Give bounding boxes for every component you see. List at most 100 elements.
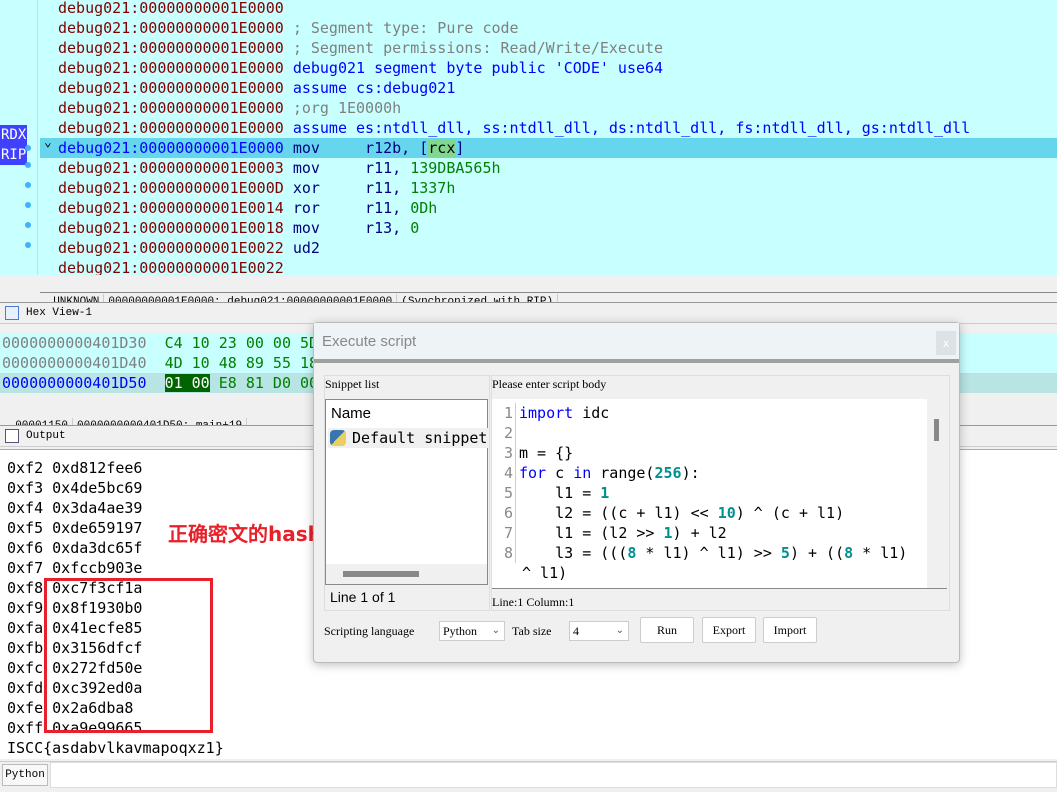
line-address: debug021:00000000001E0000 <box>58 139 284 157</box>
run-button[interactable]: Run <box>640 617 694 643</box>
instruction-text: 1337h <box>410 179 456 197</box>
instruction-text: ror r11, <box>292 199 411 217</box>
line-number: 8 <box>492 543 516 563</box>
code-line: 3m = {} <box>492 443 573 463</box>
line-address: debug021:00000000001E0000 <box>58 99 284 117</box>
output-line: 0xf2 0xd812fee6 <box>7 459 143 477</box>
instruction-text: mov r12b, [ <box>292 139 429 157</box>
cli-language-button[interactable]: Python <box>2 764 48 786</box>
code-token: ) + (( <box>789 544 845 562</box>
snippet-list-label: Snippet list <box>325 377 380 391</box>
line-number: 4 <box>492 463 516 483</box>
breakpoint-dot[interactable] <box>25 242 31 248</box>
tab-size-select[interactable]: 4 ⌄ <box>569 621 629 641</box>
disasm-line[interactable]: debug021:00000000001E0003 mov r11, 139DB… <box>40 158 1057 178</box>
code-token: ) + l2 <box>672 524 727 542</box>
output-line: 0xf6 0xda3dc65f <box>7 539 143 557</box>
code-token: import <box>519 404 574 422</box>
disasm-line[interactable]: debug021:00000000001E0022 <box>40 258 1057 275</box>
code-token: ): <box>681 464 700 482</box>
code-token: 10 <box>717 504 736 522</box>
breakpoint-dot[interactable] <box>25 202 31 208</box>
line-address: debug021:00000000001E0003 <box>58 159 284 177</box>
annotation-text: 正确密文的hash <box>168 522 322 546</box>
vertical-scrollbar[interactable] <box>927 399 947 588</box>
code-token: for <box>519 464 547 482</box>
disasm-line[interactable]: debug021:00000000001E0000 <box>40 0 1057 18</box>
scripting-language-select[interactable]: Python ⌄ <box>439 621 505 641</box>
instruction-text: ; Segment permissions: Read/Write/Execut… <box>292 39 664 57</box>
disasm-line[interactable]: debug021:00000000001E0022 ud2 <box>40 238 1057 258</box>
annotation-box <box>44 578 213 733</box>
code-token: in <box>573 464 592 482</box>
line-address: debug021:00000000001E0000 <box>58 59 284 77</box>
code-token: l1 = (l2 >> <box>519 524 664 542</box>
output-icon <box>5 429 19 443</box>
chevron-down-icon[interactable]: ⌄ <box>44 133 52 153</box>
hex-address: 0000000000401D40 <box>2 354 147 372</box>
breakpoint-dot[interactable] <box>25 162 31 168</box>
instruction-text: ; Segment type: Pure code <box>292 19 519 37</box>
horizontal-scrollbar[interactable] <box>326 564 487 584</box>
close-button[interactable]: x <box>936 331 956 355</box>
import-button[interactable]: Import <box>763 617 817 643</box>
code-token: idc <box>573 404 610 422</box>
disasm-line[interactable]: ⌄ debug021:00000000001E0000 mov r12b, [rc… <box>40 135 1057 158</box>
disasm-line[interactable]: debug021:00000000001E0000 assume es:ntdl… <box>40 118 1057 138</box>
script-body-label: Please enter script body <box>492 377 607 391</box>
hex-bytes: 4D 10 48 89 55 18 <box>164 354 319 372</box>
disassembly-view[interactable]: RDX RIP debug021:00000000001E0000 debug0… <box>0 0 1057 275</box>
disasm-line[interactable]: debug021:00000000001E0000 assume cs:debu… <box>40 78 1057 98</box>
instruction-text: 0 <box>410 219 420 237</box>
line-address: debug021:00000000001E0000 <box>58 0 284 17</box>
code-token: 256 <box>654 464 682 482</box>
output-line: 0xf5 0xde659197 <box>7 519 143 537</box>
snippet-item[interactable]: Default snippet <box>328 428 488 448</box>
output-line: ISCC{asdabvlkavmapoqxz1} <box>7 739 224 757</box>
snippet-status: Line 1 of 1 <box>330 589 396 605</box>
dialog-titlebar[interactable]: Execute script x <box>314 323 959 363</box>
snippet-label: Default snippet <box>352 429 486 447</box>
snippet-name-header[interactable]: Name <box>331 405 371 422</box>
tab-size-label: Tab size <box>512 624 552 638</box>
chevron-down-icon: ⌄ <box>491 625 500 636</box>
instruction-text: xor r11, <box>292 179 411 197</box>
script-editor[interactable]: 1 import idc 2 3 m = {} 4 for c in range(256):… <box>492 399 947 589</box>
tab-size-value: 4 <box>573 624 579 638</box>
breakpoint-dot[interactable] <box>25 222 31 228</box>
code-token: range( <box>591 464 655 482</box>
line-number: 7 <box>492 523 516 543</box>
code-token: m = {} <box>519 444 574 462</box>
breakpoint-dot[interactable] <box>25 145 31 151</box>
instruction-text: 139DBA565h <box>410 159 501 177</box>
line-number: 5 <box>492 483 516 503</box>
export-button[interactable]: Export <box>702 617 756 643</box>
instruction-text: ;org 1E0000h <box>292 99 402 117</box>
code-line: 8 l3 = (((8 * l1) ^ l1) >> 5) + ((8 * l1… <box>492 543 907 563</box>
execute-script-dialog: Execute script x Snippet list Name Defau… <box>313 322 960 663</box>
code-token: * l1) ^ l1) >> <box>636 544 781 562</box>
disasm-line[interactable]: debug021:00000000001E0014 ror r11, 0Dh <box>40 198 1057 218</box>
instruction-text: rcx <box>428 139 456 157</box>
disasm-line[interactable]: debug021:00000000001E000D xor r11, 1337h <box>40 178 1057 198</box>
disasm-line[interactable]: debug021:00000000001E0000 ; Segment perm… <box>40 38 1057 58</box>
disasm-line[interactable]: debug021:00000000001E0018 mov r13, 0 <box>40 218 1057 238</box>
register-label-rdx: RDX <box>0 125 27 145</box>
line-address: debug021:00000000001E0000 <box>58 39 284 57</box>
hex-cursor-bytes[interactable]: 01 00 <box>164 374 210 392</box>
hex-view-tab[interactable]: Hex View-1 <box>0 302 1057 324</box>
line-address: debug021:00000000001E0022 <box>58 239 284 257</box>
disasm-line[interactable]: debug021:00000000001E0000 ;org 1E0000h <box>40 98 1057 118</box>
code-line: ^ l1) <box>522 563 567 583</box>
breakpoint-dot[interactable] <box>25 182 31 188</box>
code-line: 5 l1 = 1 <box>492 483 609 503</box>
command-input[interactable] <box>50 762 1057 788</box>
line-number: 2 <box>492 423 516 443</box>
disasm-line[interactable]: debug021:00000000001E0000 debug021 segme… <box>40 58 1057 78</box>
line-address: debug021:00000000001E000D <box>58 179 284 197</box>
line-address: debug021:00000000001E0000 <box>58 119 284 137</box>
output-line: 0xf3 0x4de5bc69 <box>7 479 143 497</box>
code-token: 8 <box>844 544 854 562</box>
snippet-list[interactable]: Name Default snippet <box>325 399 488 585</box>
disasm-line[interactable]: debug021:00000000001E0000 ; Segment type… <box>40 18 1057 38</box>
